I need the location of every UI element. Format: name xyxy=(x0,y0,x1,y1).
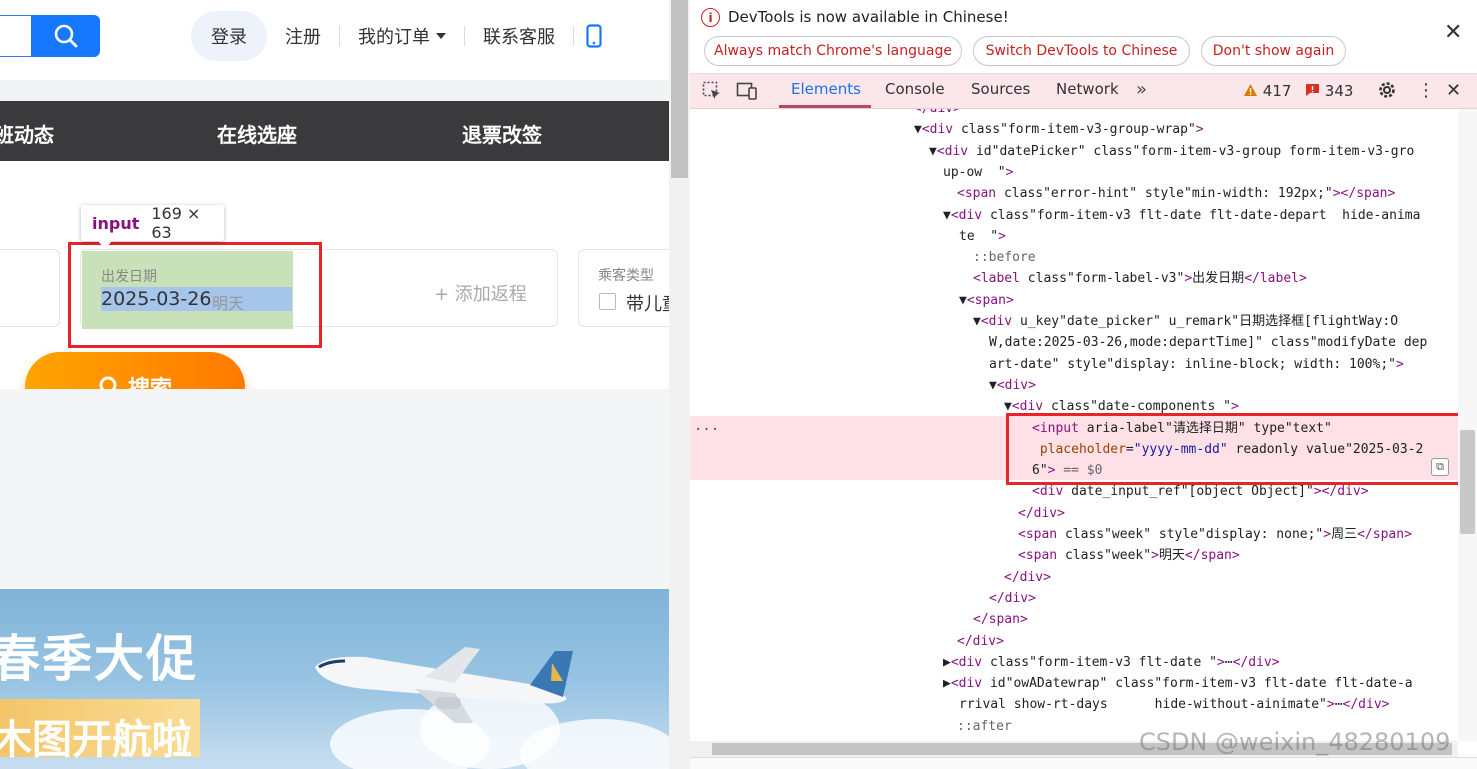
tab-sources[interactable]: Sources xyxy=(971,80,1030,98)
banner-subline: 木图开航啦 xyxy=(0,717,192,763)
active-tab-indicator xyxy=(779,105,871,108)
nav-login[interactable]: 登录 xyxy=(191,11,267,61)
warning-icon xyxy=(1244,84,1257,96)
dont-show-button[interactable]: Don't show again xyxy=(1201,36,1346,66)
service-refund-change[interactable]: 退票改签 xyxy=(462,119,542,148)
dom-tree-line[interactable]: <span class"week">明天</span> xyxy=(1018,545,1240,566)
close-devtools-icon[interactable]: ✕ xyxy=(1446,80,1461,101)
tab-console[interactable]: Console xyxy=(885,80,945,98)
info-icon: i xyxy=(701,8,720,27)
dom-tree-line[interactable]: ::after xyxy=(957,716,1012,737)
dom-tree-line[interactable]: </div> xyxy=(1004,567,1051,588)
service-seat-selection[interactable]: 在线选座 xyxy=(217,119,297,148)
booking-form: 出发日期 2025-03-26 明天 + 添加返程 乘客类型 带儿童 input… xyxy=(0,161,669,422)
more-tabs-icon[interactable]: » xyxy=(1136,79,1147,100)
dom-tree-line[interactable]: </div> xyxy=(914,109,961,119)
elements-scrollbar[interactable] xyxy=(1458,109,1477,741)
service-bar: 班动态 在线选座 退票改签 xyxy=(0,101,669,161)
dom-tree-line[interactable]: </div> xyxy=(957,631,1004,652)
dom-tree-line[interactable]: ▶<div id"owADatewrap" class"form-item-v3… xyxy=(943,673,1413,694)
dom-tree-line[interactable]: ▼<div class"form-item-v3-group-wrap"> xyxy=(914,119,1204,140)
notice-text: DevTools is now available in Chinese! xyxy=(728,8,1009,26)
add-return-button[interactable]: + 添加返程 xyxy=(434,280,527,306)
settings-gear-icon[interactable] xyxy=(1377,80,1397,105)
site-search-button[interactable] xyxy=(31,15,100,57)
language-notice: i DevTools is now available in Chinese! … xyxy=(690,0,1477,74)
destination-field[interactable] xyxy=(0,249,60,327)
content-gap xyxy=(0,389,669,589)
kebab-menu-icon[interactable]: ⋮ xyxy=(1417,80,1435,101)
devtools-bottom-bar xyxy=(690,757,1477,769)
page-scrollbar-thumb[interactable] xyxy=(671,0,688,178)
dom-tree-line[interactable]: ▶<div class"form-item-v3 flt-date ">⋯</d… xyxy=(943,652,1280,673)
error-count[interactable]: 343 xyxy=(1305,82,1353,100)
nav-orders[interactable]: 我的订单 xyxy=(340,11,464,61)
service-flight-status[interactable]: 班动态 xyxy=(0,119,54,148)
dom-tree-line[interactable]: ▼<div id"datePicker" class"form-item-v3-… xyxy=(929,141,1414,162)
tooltip-tag: input xyxy=(92,213,140,233)
dom-tree-line[interactable]: ::before xyxy=(973,247,1036,268)
dom-tree-line[interactable]: ▼<div> xyxy=(989,375,1036,396)
tab-network[interactable]: Network xyxy=(1056,80,1119,98)
watermark: CSDN @weixin_48280109 xyxy=(1139,728,1451,756)
child-checkbox[interactable] xyxy=(599,293,616,310)
close-icon[interactable]: ✕ xyxy=(1444,20,1462,45)
node-options-icon[interactable]: ··· xyxy=(694,420,719,441)
passenger-label: 乘客类型 xyxy=(598,268,654,284)
inspect-tooltip: input 169 × 63 xyxy=(81,204,224,242)
promo-banner[interactable]: 春季大促 木图开航啦 xyxy=(0,589,669,769)
devtools-toolbar: Elements Console Sources Network » 417 3… xyxy=(690,74,1477,109)
message-icon xyxy=(1306,84,1319,96)
site-search-input[interactable] xyxy=(0,15,32,57)
airplane-image xyxy=(315,647,573,723)
dom-tree-line[interactable]: <span class"week" style"display: none;">… xyxy=(1018,524,1412,545)
nav-register[interactable]: 注册 xyxy=(267,11,339,61)
devtools-panel: i DevTools is now available in Chinese! … xyxy=(690,0,1477,769)
dom-tree-line[interactable]: <span class"error-hint" style"min-width:… xyxy=(957,183,1395,204)
dom-tree-line[interactable]: ▼<div class"form-item-v3 flt-date flt-da… xyxy=(943,205,1420,226)
search-icon xyxy=(54,24,77,48)
device-toggle-icon[interactable] xyxy=(736,81,758,106)
top-nav: 登录 注册 我的订单 联系客服 xyxy=(191,11,614,61)
dom-tree-line[interactable]: ▼<span> xyxy=(959,290,1014,311)
inspect-element-icon[interactable] xyxy=(702,81,722,106)
dom-tree-line[interactable]: up-ow "> xyxy=(943,162,1013,183)
dom-tree-line[interactable]: ▼<div u_key"date_picker" u_remark"日期选择框[… xyxy=(973,311,1398,332)
dom-tree-line[interactable]: art-date" style"display: inline-block; w… xyxy=(989,354,1404,375)
child-label: 带儿童 xyxy=(626,294,669,315)
dom-tree-line[interactable]: </span> xyxy=(973,609,1028,630)
dom-tree-line[interactable]: </div> xyxy=(989,588,1036,609)
annotation-frame xyxy=(68,242,322,348)
tooltip-arrow xyxy=(98,241,112,249)
switch-chinese-button[interactable]: Switch DevTools to Chinese xyxy=(973,36,1190,66)
elements-scrollbar-thumb[interactable] xyxy=(1460,430,1475,534)
match-language-button[interactable]: Always match Chrome's language xyxy=(704,36,962,66)
dom-tree-line[interactable]: rrival show-rt-days hide-without-ainimat… xyxy=(959,694,1389,715)
dom-tree-line[interactable]: te "> xyxy=(959,226,1006,247)
mobile-icon[interactable] xyxy=(574,11,614,61)
warning-count[interactable]: 417 xyxy=(1243,82,1291,100)
dom-tree-line[interactable]: W,date:2025-03-26,mode:departTime]" clas… xyxy=(989,332,1427,353)
tooltip-dims: 169 × 63 xyxy=(151,204,201,242)
annotation-frame xyxy=(1006,413,1458,485)
dom-tree-line[interactable]: </div> xyxy=(1018,503,1065,524)
caret-down-icon xyxy=(436,33,446,39)
copy-icon[interactable]: ⧉ xyxy=(1431,458,1449,476)
header-separator xyxy=(0,80,669,101)
banner-headline: 春季大促 xyxy=(0,630,198,688)
tab-elements[interactable]: Elements xyxy=(791,80,861,98)
website-viewport: 登录 注册 我的订单 联系客服 班动态 在线选座 退票改签 出发日期 2025-… xyxy=(0,0,669,769)
elements-tree: ··· </div>▼<div class"form-item-v3-group… xyxy=(690,109,1458,741)
nav-service[interactable]: 联系客服 xyxy=(465,11,573,61)
dom-tree-line[interactable]: <label class"form-label-v3">出发日期</label> xyxy=(973,268,1307,289)
